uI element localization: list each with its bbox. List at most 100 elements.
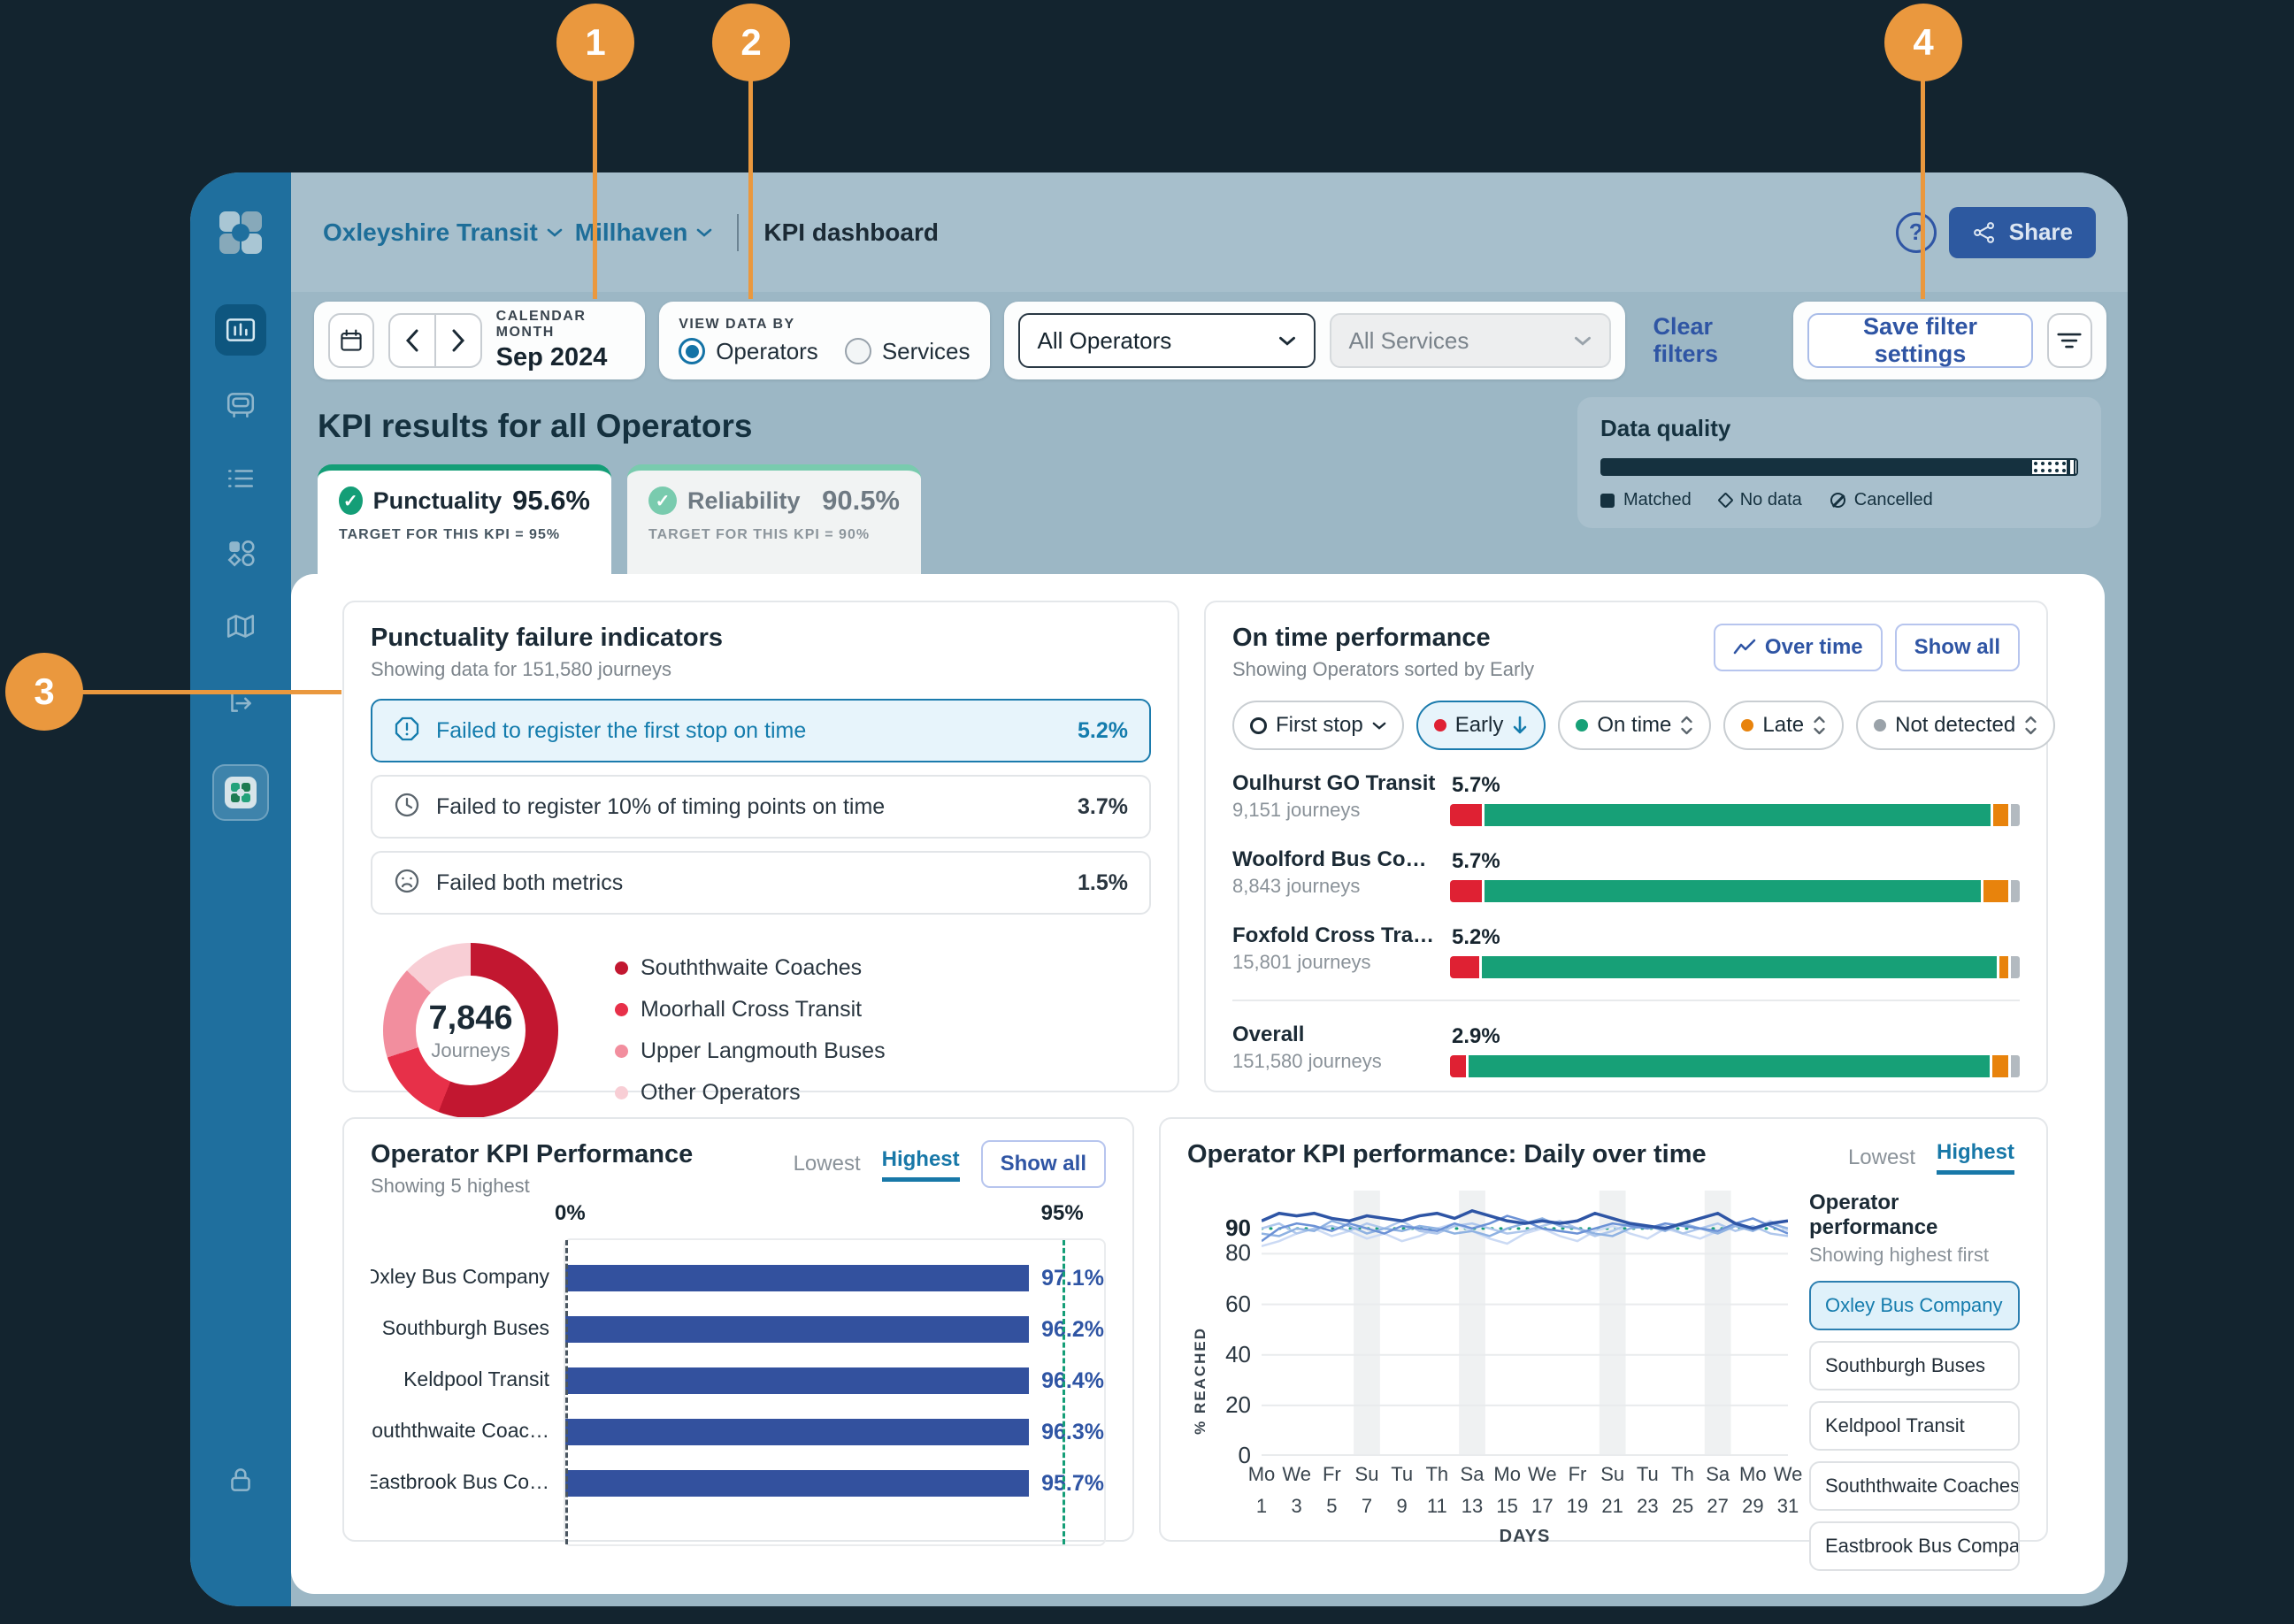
clock-icon [394,792,420,823]
sort-icon [2024,715,2037,736]
legend-dot-icon [615,961,628,975]
axis-marker-line [565,1240,568,1544]
x-tick-weekday: Mo [1739,1463,1767,1486]
donut-legend-label: Upper Langmouth Buses [641,1038,886,1064]
operator-button[interactable]: Southburgh Buses [1809,1341,2020,1390]
share-button[interactable]: Share [1949,207,2096,258]
bar-category-label: Oxley Bus Company [371,1251,564,1302]
donut-legend: Souththwaite CoachesMoorhall Cross Trans… [615,955,886,1106]
highest-toggle[interactable]: Highest [1937,1140,2014,1175]
segment-on-time [1469,1055,1990,1077]
daily-title: Operator KPI performance: Daily over tim… [1187,1140,1707,1169]
sidebar [190,172,291,1606]
alert-icon [394,716,420,747]
callout-badge-3: 3 [5,653,83,731]
sidebar-item-sign-out[interactable] [215,676,266,727]
sidebar-item-vehicles[interactable] [215,379,266,430]
y-tick-label: 60 [1225,1291,1251,1318]
frown-icon [394,868,420,899]
tab-punctuality[interactable]: ✓ Punctuality 95.6% TARGET FOR THIS KPI … [318,464,611,574]
row-divider [1232,1000,2020,1001]
show-all-button[interactable]: Show all [981,1140,1106,1188]
x-tick-day: 15 [1493,1495,1521,1518]
segment-not-detected [2011,956,2020,978]
next-month-button[interactable] [436,315,480,366]
first-stop-dropdown[interactable]: First stop [1232,701,1404,750]
daily-line-chart: % REACHED 02040608090 Mo1We3Fr5Su7Tu9Th1… [1187,1191,1788,1571]
x-tick-label: Sa27 [1706,1463,1730,1518]
x-tick-weekday: Sa [1461,1463,1485,1486]
calendar-button[interactable] [328,313,374,368]
x-tick-label: Th11 [1425,1463,1448,1518]
failure-indicator-label: Failed to register 10% of timing points … [436,794,885,820]
x-axis-ticks: Mo1We3Fr5Su7Tu9Th11Sa13Mo15We17Fr19Su21T… [1262,1463,1788,1525]
sidebar-item-list[interactable] [215,453,266,504]
operator-button[interactable]: Oxley Bus Company [1809,1281,2020,1330]
donut-legend-label: Moorhall Cross Transit [641,997,862,1023]
daily-over-time-panel: Operator KPI performance: Daily over tim… [1159,1117,2048,1542]
x-tick-label: We17 [1528,1463,1557,1518]
bar-value-label: 97.1% [1041,1266,1104,1291]
x-tick-weekday: We [1774,1463,1803,1486]
help-icon[interactable]: ? [1896,212,1937,253]
failure-indicator-item[interactable]: Failed both metrics 1.5% [371,851,1151,915]
chip-on-time[interactable]: On time [1558,701,1711,750]
lowest-toggle[interactable]: Lowest [794,1152,861,1176]
prev-month-button[interactable] [390,315,434,366]
operator-button[interactable]: Eastbrook Bus Compa… [1809,1521,2020,1571]
chevron-down-icon [1278,335,1296,347]
sidebar-item-analytics[interactable] [215,304,266,356]
radio-services[interactable]: Services [845,338,971,365]
on-time-bar-cell: 2.9% [1450,1023,2020,1077]
clear-filters-link[interactable]: Clear filters [1653,313,1766,368]
operator-name: Foxfold Cross Travel [1232,923,1441,948]
view-data-by-group: VIEW DATA BY Operators Services [659,302,989,379]
status-dot-icon [1741,719,1753,732]
x-tick-weekday: Mo [1493,1463,1521,1486]
operator-button[interactable]: Souththwaite Coaches [1809,1461,2020,1511]
failure-indicator-label: Failed both metrics [436,870,623,896]
app-window: Oxleyshire Transit Millhaven KPI dashboa… [190,172,2128,1606]
services-dropdown[interactable]: All Services [1330,313,1611,368]
x-tick-label: Su7 [1355,1463,1379,1518]
sidebar-item-lock[interactable] [225,1464,257,1500]
operator-button[interactable]: Keldpool Transit [1809,1401,2020,1451]
sidebar-item-map[interactable] [215,601,266,653]
sidebar-item-app-tile[interactable] [212,764,269,821]
segment-early [1450,880,1482,902]
sidebar-item-apps[interactable] [215,527,266,578]
failure-indicator-value: 1.5% [1078,870,1128,896]
chip-late[interactable]: Late [1723,701,1844,750]
x-tick-weekday: Fr [1567,1463,1588,1486]
show-all-button[interactable]: Show all [1895,624,2020,671]
operators-dropdown[interactable]: All Operators [1018,313,1316,368]
tab-reliability[interactable]: ✓ Reliability 90.5% TARGET FOR THIS KPI … [627,464,921,574]
failure-indicator-item[interactable]: Failed to register 10% of timing points … [371,775,1151,839]
operator-kpi-panel: Operator KPI Performance Showing 5 highe… [342,1117,1134,1542]
chip-early[interactable]: Early [1416,701,1546,750]
bar-value-label: 95.7% [1041,1471,1104,1497]
on-time-rows: Oulhurst GO Transit9,151 journeys5.7%Woo… [1232,771,2020,1077]
app-logo-icon [216,208,265,262]
save-filter-settings-button[interactable]: Save filter settings [1807,313,2033,368]
operator-kpi-title: Operator KPI Performance [371,1140,693,1169]
lowest-toggle[interactable]: Lowest [1848,1145,1915,1170]
radio-operators[interactable]: Operators [679,338,818,365]
operator-kpi-subtitle: Showing 5 highest [371,1175,693,1198]
advanced-filter-button[interactable] [2047,313,2092,368]
x-tick-day: 9 [1391,1495,1413,1518]
stop-icon [1250,717,1267,734]
over-time-button[interactable]: Over time [1714,624,1883,671]
failure-indicator-item[interactable]: Failed to register the first stop on tim… [371,699,1151,762]
data-quality-title: Data quality [1600,415,2078,442]
x-tick-label: We3 [1282,1463,1311,1518]
operator-name: Oulhurst GO Transit [1232,771,1441,796]
trend-icon [1733,639,1756,656]
highest-toggle[interactable]: Highest [882,1147,960,1182]
x-tick-label: Tu23 [1637,1463,1659,1518]
callout-line-1 [593,80,597,299]
breadcrumb-org[interactable]: Oxleyshire Transit [323,218,563,247]
y-tick-label: 90 [1225,1214,1251,1242]
operator-cell: Woolford Bus Comp…8,843 journeys [1232,847,1441,902]
chip-not-detected[interactable]: Not detected [1856,701,2055,750]
